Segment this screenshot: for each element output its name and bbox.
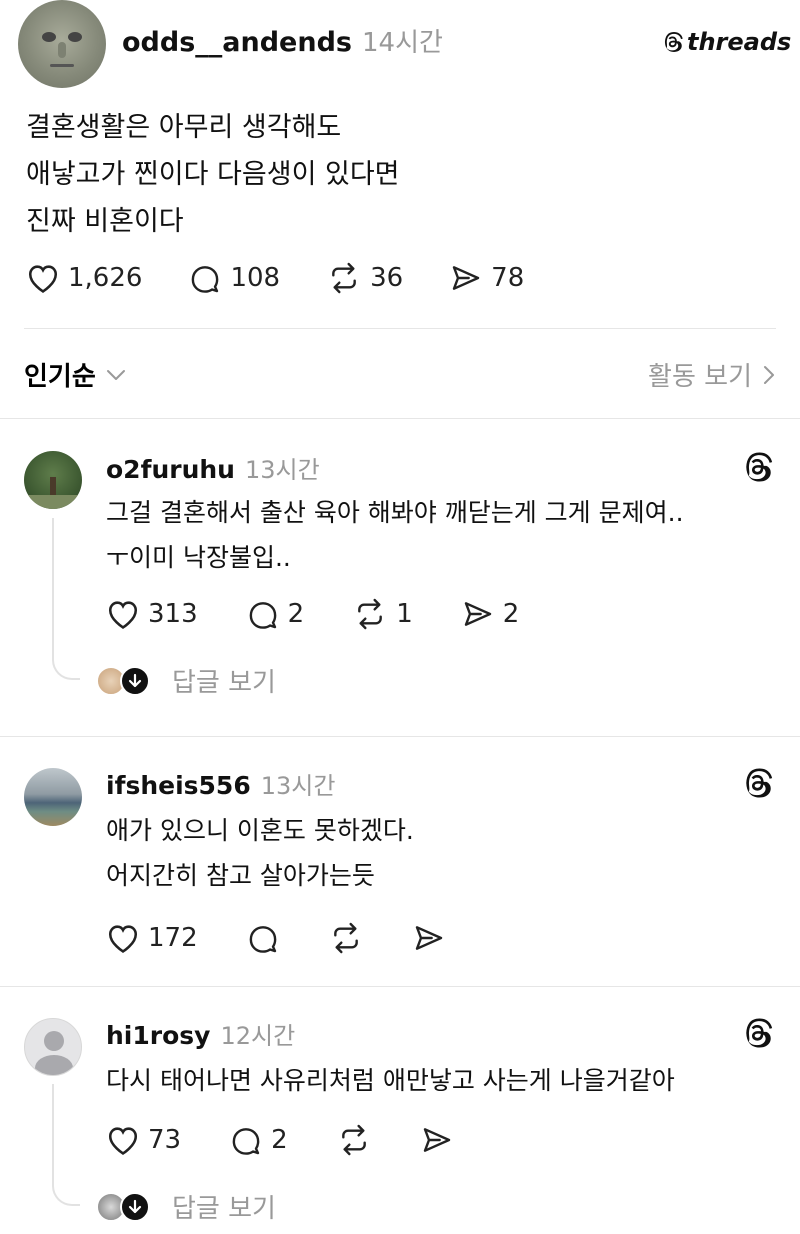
send-icon: [415, 926, 442, 950]
comment-line: 다시 태어나면 사유리처럼 애만낳고 사는게 나을거같아: [106, 1066, 675, 1095]
arrow-down-icon: [128, 673, 142, 687]
chevron-down-icon: [106, 369, 125, 380]
heart-icon: [108, 925, 138, 953]
divider: [0, 736, 800, 737]
commenter-username[interactable]: o2furuhu: [106, 455, 235, 484]
send-icon: [452, 266, 480, 290]
chevron-right-icon: [764, 365, 774, 384]
thread-line-curve: [52, 1182, 80, 1206]
comment-button[interactable]: 2: [229, 1124, 288, 1156]
comment-time: 13시간: [244, 456, 320, 484]
post-line: 진짜 비혼이다: [26, 206, 184, 237]
repost-button[interactable]: 36: [326, 262, 403, 294]
share-button[interactable]: [420, 1124, 454, 1156]
threads-wordmark: threads: [687, 28, 792, 56]
divider: [24, 328, 776, 329]
share-count: 2: [502, 599, 520, 629]
activity-label: 활동 보기: [648, 362, 752, 392]
post-time: 14시간: [361, 28, 443, 58]
comment-time: 13시간: [260, 772, 336, 800]
comment-time: 12시간: [220, 1022, 296, 1050]
comment-actions: 73 2: [106, 1124, 454, 1156]
view-activity-link[interactable]: 활동 보기: [648, 356, 776, 393]
view-replies[interactable]: 답글 보기: [96, 1188, 276, 1225]
send-icon: [464, 602, 491, 626]
post-actions: 1,626 108 36 78: [26, 262, 524, 294]
comment-bubble-icon: [249, 926, 276, 953]
threads-logo-icon[interactable]: [742, 450, 774, 484]
comment-count: 2: [271, 1125, 288, 1155]
thread-line: [52, 1084, 54, 1184]
view-replies[interactable]: 답글 보기: [96, 662, 276, 699]
comment-actions: 172: [106, 922, 446, 954]
comment-line: 그걸 결혼해서 출산 육아 해봐야 깨닫는게 그게 문제여..: [106, 498, 684, 527]
heart-icon: [28, 265, 58, 293]
commenter-username[interactable]: hi1rosy: [106, 1021, 210, 1050]
comment-count: 108: [230, 263, 281, 293]
commenter-username[interactable]: ifsheis556: [106, 771, 251, 800]
repost-count: 36: [370, 263, 404, 293]
comment-line: ㅜ이미 낙장불입..: [106, 543, 291, 572]
like-count: 172: [148, 923, 198, 953]
comment-actions: 313 2 1 2: [106, 598, 519, 630]
comment-button[interactable]: [246, 922, 280, 954]
post-line: 결혼생활은 아무리 생각해도: [26, 112, 342, 143]
thread-line: [52, 518, 54, 658]
like-button[interactable]: 172: [106, 922, 198, 954]
thread-line-curve: [52, 656, 80, 680]
repost-button[interactable]: [328, 922, 364, 954]
comment-line: 애가 있으니 이혼도 못하겠다.: [106, 816, 414, 845]
threads-logo-icon[interactable]: [742, 1016, 774, 1050]
expand-replies-button[interactable]: [120, 1191, 150, 1222]
like-button[interactable]: 73: [106, 1124, 181, 1156]
repost-icon: [333, 922, 358, 954]
threads-logo-icon: [664, 32, 683, 52]
post-body: 결혼생활은 아무리 생각해도 애낳고가 찐이다 다음생이 있다면 진짜 비혼이다: [26, 104, 400, 245]
share-button[interactable]: 2: [461, 598, 520, 630]
author-avatar[interactable]: [18, 0, 106, 88]
share-count: 78: [491, 263, 525, 293]
repost-icon: [332, 262, 356, 294]
like-count: 1,626: [68, 263, 143, 293]
comment-bubble-icon: [232, 1128, 260, 1155]
comment-body: 애가 있으니 이혼도 못하겠다. 어지간히 참고 살아가는듯: [106, 808, 414, 898]
send-icon: [423, 1128, 450, 1152]
author-username[interactable]: odds__andends: [122, 27, 352, 58]
repost-icon: [358, 598, 383, 630]
arrow-down-icon: [128, 1199, 142, 1213]
share-button[interactable]: [412, 922, 446, 954]
comment-bubble-icon: [192, 266, 219, 293]
commenter-avatar[interactable]: [24, 768, 82, 826]
sort-label: 인기순: [24, 362, 96, 392]
comment-line: 어지간히 참고 살아가는듯: [106, 861, 375, 890]
view-replies-label: 답글 보기: [172, 668, 276, 698]
sort-dropdown[interactable]: 인기순: [24, 356, 126, 393]
repost-button[interactable]: 1: [352, 598, 413, 630]
comment-count: 2: [287, 599, 305, 629]
like-button[interactable]: 313: [106, 598, 198, 630]
divider: [0, 418, 800, 419]
like-count: 73: [148, 1125, 182, 1155]
like-count: 313: [148, 599, 198, 629]
comment-body: 그걸 결혼해서 출산 육아 해봐야 깨닫는게 그게 문제여.. ㅜ이미 낙장불입…: [106, 490, 684, 580]
comment-button[interactable]: 108: [188, 262, 280, 294]
like-button[interactable]: 1,626: [26, 262, 142, 294]
post-line: 애낳고가 찐이다 다음생이 있다면: [26, 159, 400, 190]
repost-icon: [341, 1124, 366, 1156]
divider: [0, 986, 800, 987]
threads-logo-icon[interactable]: [742, 766, 774, 800]
threads-brand[interactable]: threads: [662, 28, 791, 56]
repost-button[interactable]: [336, 1124, 372, 1156]
heart-icon: [108, 1127, 138, 1155]
comment-bubble-icon: [249, 602, 276, 629]
expand-replies-button[interactable]: [120, 665, 150, 696]
view-replies-label: 답글 보기: [172, 1194, 276, 1224]
commenter-avatar[interactable]: [24, 1018, 82, 1076]
share-button[interactable]: 78: [449, 262, 524, 294]
heart-icon: [108, 601, 138, 629]
comment-body: 다시 태어나면 사유리처럼 애만낳고 사는게 나을거같아: [106, 1058, 675, 1103]
repost-count: 1: [396, 599, 413, 629]
comment-button[interactable]: 2: [246, 598, 305, 630]
commenter-avatar[interactable]: [24, 451, 82, 509]
